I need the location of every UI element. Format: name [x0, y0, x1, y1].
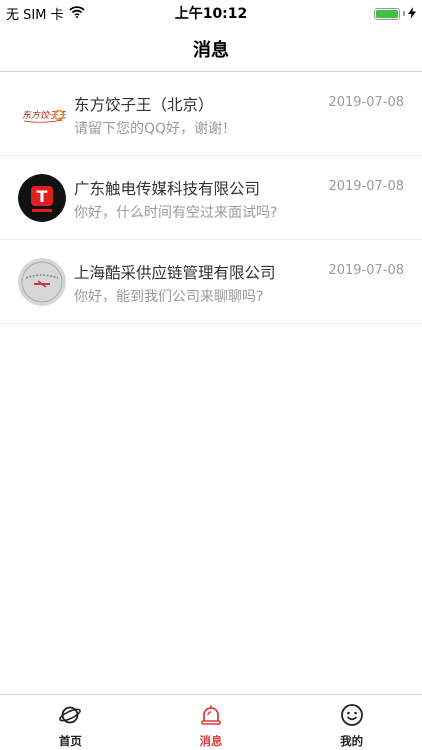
status-right	[374, 4, 416, 23]
battery-tip	[403, 11, 405, 16]
chudian-logo-icon: T	[18, 174, 66, 222]
avatar	[18, 258, 66, 306]
message-date: 2019-07-08	[328, 263, 404, 278]
message-item[interactable]: 上海酷采供应链管理有限公司 2019-07-08 你好，能到我们公司来聊聊吗?	[0, 240, 422, 324]
dongfang-logo-icon: 东方饺子王	[18, 90, 66, 138]
message-sender: 东方饺子王（北京）	[74, 96, 214, 114]
page-title: 消息	[193, 40, 229, 61]
smiley-icon	[340, 703, 364, 727]
tab-label: 消息	[199, 734, 223, 748]
kucai-seal-icon	[18, 258, 66, 306]
message-list: 东方饺子王 东方饺子王（北京） 2019-07-08 请留下您的QQ好，谢谢！ …	[0, 72, 422, 324]
tab-home[interactable]: 首页	[0, 695, 141, 750]
tab-label: 我的	[340, 734, 364, 748]
message-preview: 你好，什么时间有空过来面试吗?	[74, 205, 278, 221]
avatar: 东方饺子王	[18, 90, 66, 138]
battery-icon	[374, 7, 400, 20]
message-preview: 请留下您的QQ好，谢谢！	[74, 121, 237, 137]
avatar-logo-letter: T	[37, 187, 48, 206]
message-sender: 广东触电传媒科技有限公司	[74, 180, 261, 198]
battery-level	[376, 9, 398, 18]
charging-icon	[408, 4, 416, 23]
avatar: T	[18, 174, 66, 222]
tab-bar: 首页 消息 我的	[0, 694, 422, 750]
tab-profile[interactable]: 我的	[281, 695, 422, 750]
status-bar: 无 SIM 卡 上午10:12	[0, 0, 422, 24]
message-preview: 你好，能到我们公司来聊聊吗?	[74, 289, 264, 305]
message-date: 2019-07-08	[328, 179, 404, 194]
message-item[interactable]: 东方饺子王 东方饺子王（北京） 2019-07-08 请留下您的QQ好，谢谢！	[0, 72, 422, 156]
message-date: 2019-07-08	[328, 95, 404, 110]
tab-label: 首页	[58, 734, 82, 748]
bell-icon	[199, 703, 223, 727]
message-item[interactable]: T 广东触电传媒科技有限公司 2019-07-08 你好，什么时间有空过来面试吗…	[0, 156, 422, 240]
message-sender: 上海酷采供应链管理有限公司	[74, 264, 276, 282]
planet-icon	[58, 703, 82, 727]
clock: 上午10:12	[174, 6, 248, 22]
nav-bar: 消息	[0, 24, 422, 72]
tab-messages[interactable]: 消息	[141, 695, 282, 750]
